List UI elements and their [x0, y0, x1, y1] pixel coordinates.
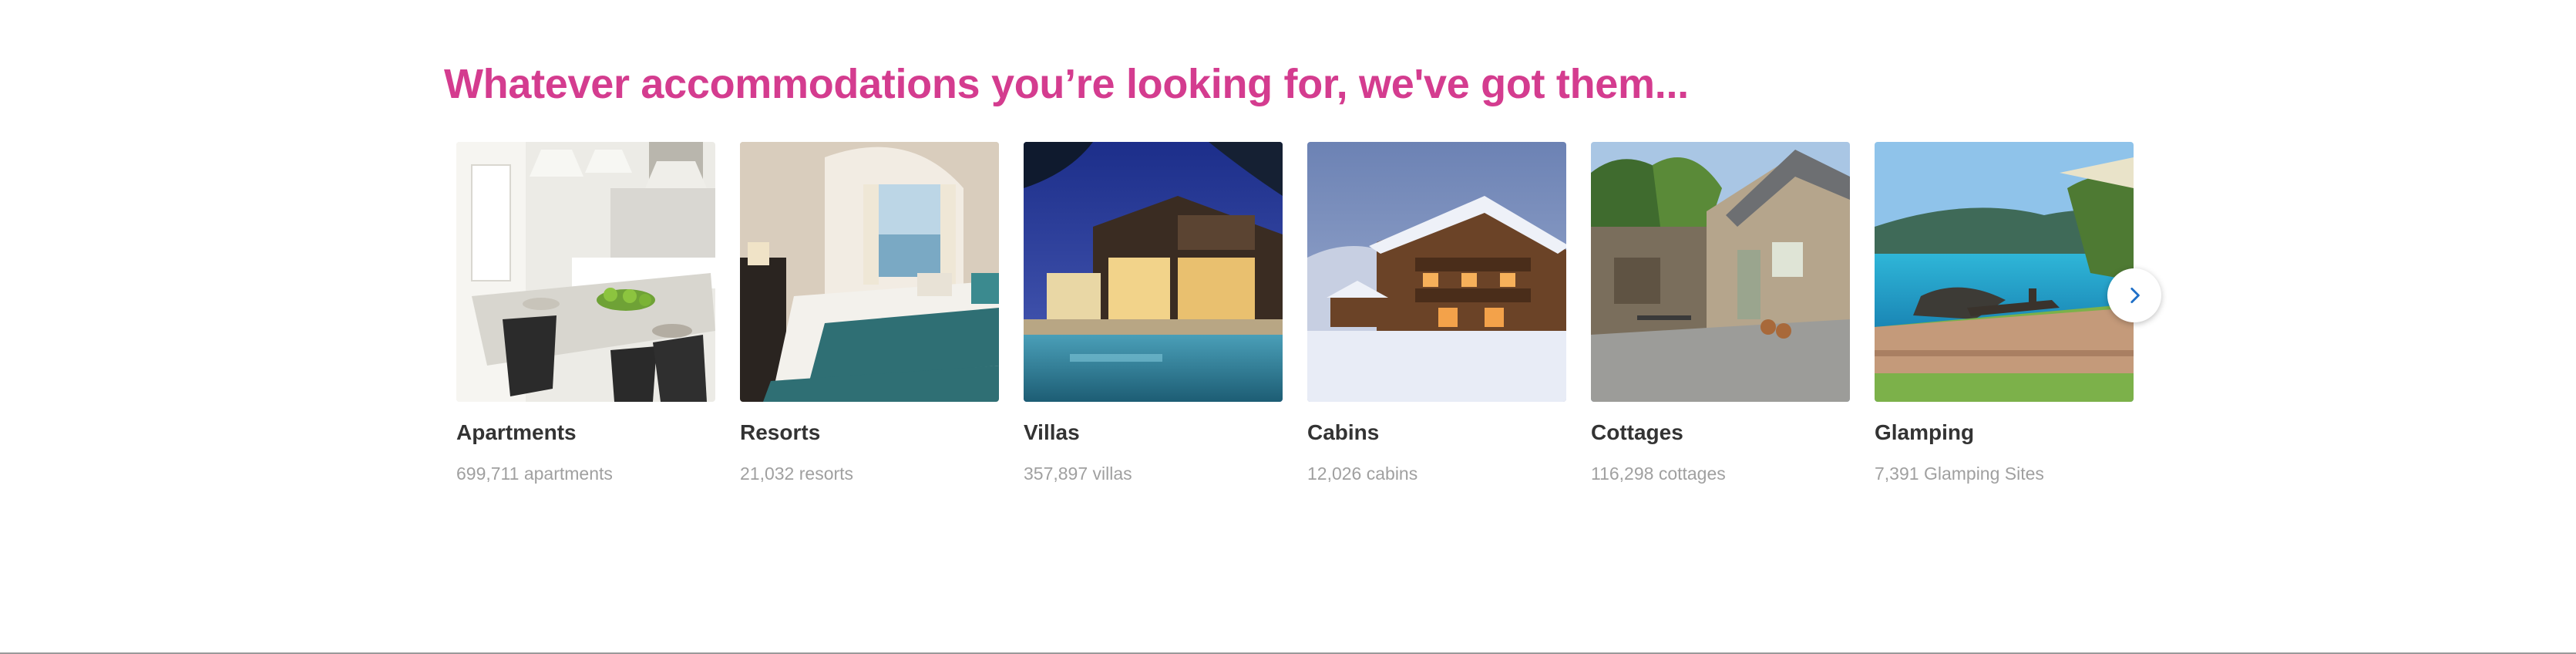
cottages-image[interactable] [1591, 142, 1850, 402]
cabins-image[interactable] [1307, 142, 1566, 402]
card-title[interactable]: Glamping [1875, 419, 2134, 447]
card-title[interactable]: Cabins [1307, 419, 1566, 447]
card-title[interactable]: Villas [1024, 419, 1283, 447]
section-title: Whatever accommodations you’re looking f… [444, 61, 1689, 107]
accommodation-carousel: Apartments 699,711 apartments Resorts 21… [456, 142, 2134, 497]
card-glamping[interactable]: Glamping 7,391 Glamping Sites [1875, 142, 2134, 485]
card-resorts[interactable]: Resorts 21,032 resorts [740, 142, 999, 485]
card-count: 12,026 cabins [1307, 464, 1418, 484]
glamping-image[interactable] [1875, 142, 2134, 402]
apartments-image[interactable] [456, 142, 715, 402]
card-cottages[interactable]: Cottages 116,298 cottages [1591, 142, 1850, 485]
villas-image[interactable] [1024, 142, 1283, 402]
card-count: 357,897 villas [1024, 464, 1132, 484]
card-count: 21,032 resorts [740, 464, 854, 484]
card-count: 7,391 Glamping Sites [1875, 464, 2044, 484]
carousel-track: Apartments 699,711 apartments Resorts 21… [456, 142, 2134, 485]
page: Whatever accommodations you’re looking f… [0, 0, 2576, 654]
card-title[interactable]: Cottages [1591, 419, 1850, 447]
card-apartments[interactable]: Apartments 699,711 apartments [456, 142, 715, 485]
card-count: 699,711 apartments [456, 464, 613, 484]
card-title[interactable]: Resorts [740, 419, 999, 447]
card-title[interactable]: Apartments [456, 419, 715, 447]
card-cabins[interactable]: Cabins 12,026 cabins [1307, 142, 1566, 485]
carousel-next-button[interactable] [2107, 268, 2161, 322]
resorts-image[interactable] [740, 142, 999, 402]
card-villas[interactable]: Villas 357,897 villas [1024, 142, 1283, 485]
chevron-right-icon [2130, 287, 2140, 304]
card-count: 116,298 cottages [1591, 464, 1726, 484]
